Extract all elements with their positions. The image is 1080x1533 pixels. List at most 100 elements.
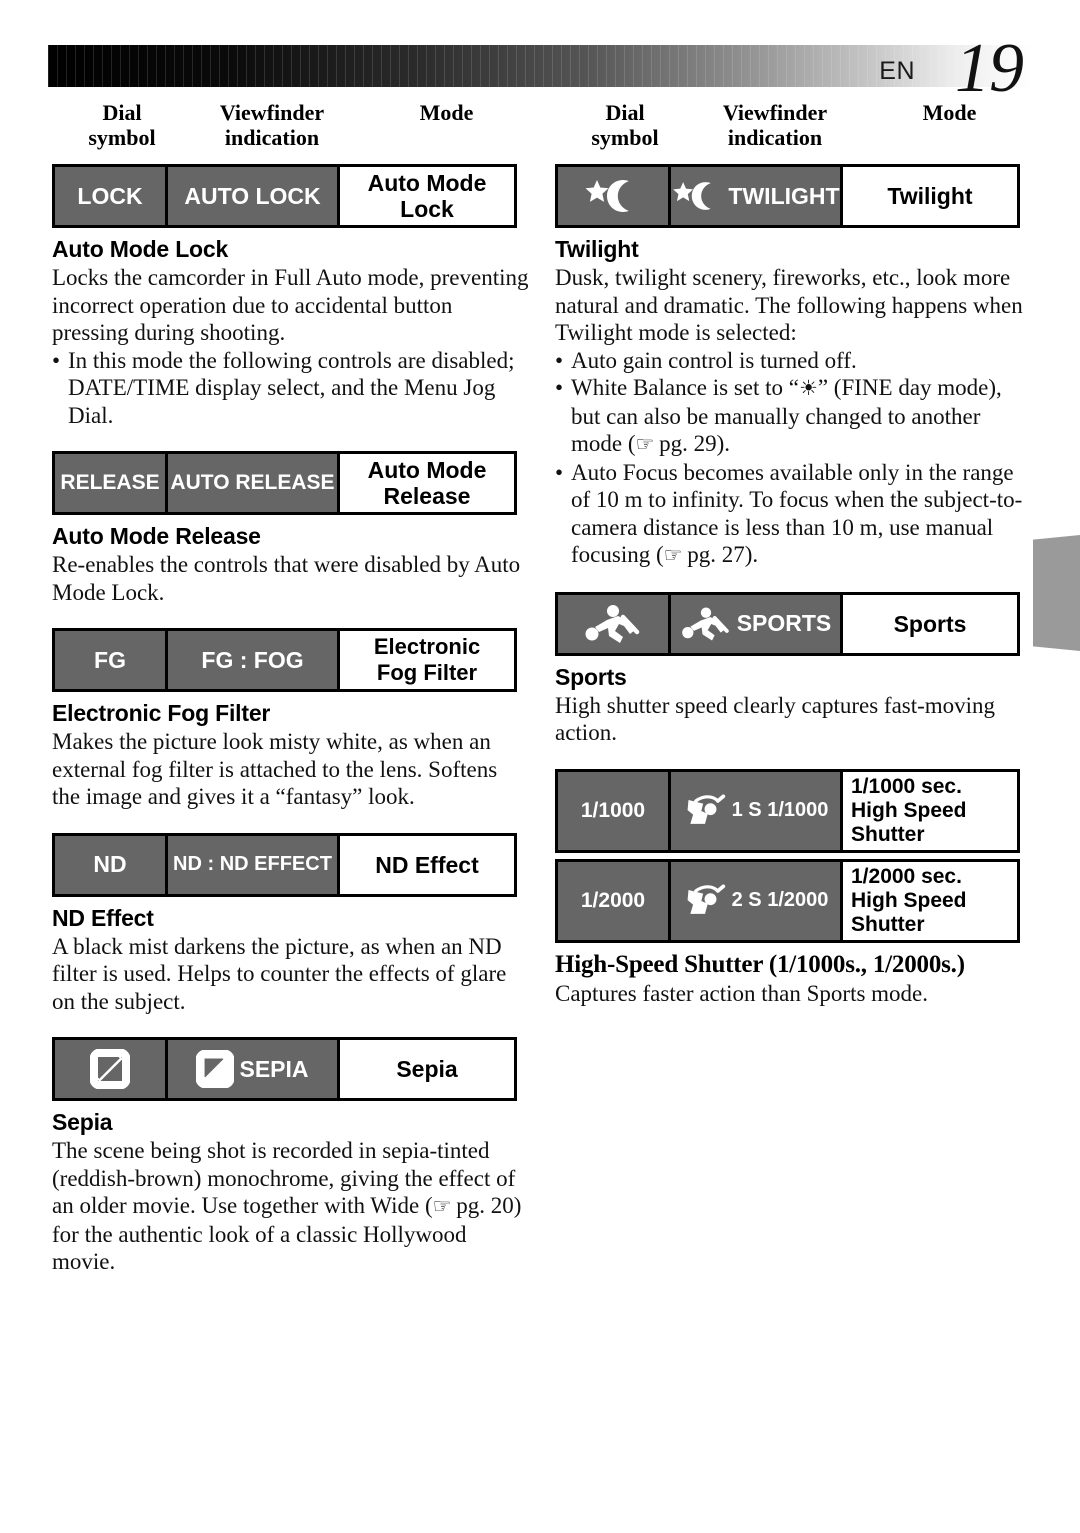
table-row: TWILIGHT Twilight [555, 164, 1020, 228]
mode-cell: Twilight [843, 167, 1017, 225]
section-body-part2: for the authentic look of a classic Holl… [52, 1221, 467, 1275]
viewfinder-cell: 2 S 1/2000 [671, 861, 843, 940]
viewfinder-label: 2 S 1/2000 [731, 889, 829, 911]
pointing-hand-icon: ☞ [635, 432, 655, 456]
bullet-part1: White Balance is set to “ [571, 375, 800, 400]
list-item: In this mode the following controls are … [52, 347, 530, 430]
page-header: EN 19 [48, 30, 1033, 107]
mode-cell-line1: 1/2000 sec. [851, 864, 962, 888]
mode-cell: 1/2000 sec. High Speed Shutter [843, 861, 1017, 940]
column-header-dial-line2: symbol [88, 125, 156, 150]
dial-symbol-cell: 1/2000 [558, 861, 671, 940]
column-header-viewfinder: Viewfinder indication [182, 100, 362, 150]
section-body: Makes the picture look misty white, as w… [52, 729, 498, 809]
mode-cell: Auto Mode Release [340, 454, 514, 512]
star-moon-icon [583, 176, 643, 216]
left-column-headers: Dial symbol Viewfinder indication Mode [52, 100, 530, 160]
running-person-icon [583, 603, 643, 645]
section-body: Captures faster action than Sports mode. [555, 980, 929, 1006]
mode-cell: Electronic Fog Filter [340, 631, 514, 689]
column-header-mode: Mode [419, 100, 474, 125]
list-item: Auto gain control is turned off. [555, 347, 1033, 375]
right-column-headers: Dial symbol Viewfinder indication Mode [555, 100, 1033, 160]
mode-cell: Sepia [340, 1040, 514, 1098]
page-side-tab [1033, 535, 1080, 651]
mode-cell: Auto Mode Lock [340, 167, 514, 225]
mode-cell-line1: 1/1000 sec. [851, 774, 962, 798]
bullet-ref: pg. 29). [653, 431, 731, 456]
dial-symbol-cell [558, 167, 671, 225]
section-title: Twilight [555, 236, 639, 262]
sepia-diagonal-icon [196, 1050, 235, 1088]
dial-symbol-cell [558, 594, 671, 653]
section-title: Sepia [52, 1109, 113, 1135]
column-header-mode: Mode [922, 100, 977, 125]
section-title: ND Effect [52, 904, 154, 931]
star-moon-icon [671, 178, 723, 214]
list-item: Auto Focus becomes available only in the… [555, 459, 1033, 570]
dial-symbol-cell: 1/1000 [558, 771, 671, 850]
section-title: Sports [555, 663, 627, 690]
dial-symbol-cell: RELEASE [55, 454, 168, 512]
viewfinder-cell: FG : FOG [168, 631, 340, 689]
list-item: White Balance is set to “☀” (FINE day mo… [555, 374, 1033, 459]
viewfinder-cell: AUTO RELEASE [168, 454, 340, 512]
section-bullets: Auto gain control is turned off. White B… [555, 347, 1033, 570]
pointing-hand-icon: ☞ [432, 1194, 452, 1218]
bullet-part1: Auto Focus becomes available only in the… [571, 459, 1023, 568]
language-label: EN [879, 57, 915, 85]
table-row: 1/1000 1 S 1/1000 1/1000 sec. High Speed… [555, 768, 1020, 853]
viewfinder-cell: 1 S 1/1000 [671, 771, 843, 850]
dial-symbol-cell [55, 1040, 168, 1098]
column-header-viewfinder-line1: Viewfinder [722, 100, 828, 125]
table-row: 1/2000 2 S 1/2000 1/2000 sec. High Speed… [555, 858, 1020, 943]
section-body: The scene being shot is recorded in sepi… [52, 1137, 530, 1276]
section-body: A black mist darkens the picture, as whe… [52, 933, 507, 1014]
section-title: Auto Mode Lock [52, 236, 229, 262]
viewfinder-label: SPORTS [736, 610, 832, 636]
viewfinder-cell: SPORTS [671, 594, 843, 653]
section-bullets: In this mode the following controls are … [52, 347, 530, 430]
dial-symbol-cell: ND [55, 835, 168, 894]
viewfinder-label: SEPIA [239, 1055, 309, 1082]
section-body: Re-enables the controls that were disabl… [52, 552, 521, 605]
mode-cell: Sports [843, 594, 1017, 653]
mode-cell-line2: High Speed Shutter [851, 798, 967, 846]
column-header-dial: Dial symbol [565, 100, 685, 150]
mode-cell-line1: Electronic [373, 634, 481, 659]
section-body-ref: pg. 20) [450, 1193, 522, 1218]
viewfinder-cell: SEPIA [168, 1040, 340, 1098]
column-header-dial-line1: Dial [102, 100, 142, 125]
mode-cell-line2: High Speed Shutter [851, 888, 967, 936]
viewfinder-cell: AUTO LOCK [168, 167, 340, 225]
column-header-viewfinder-line1: Viewfinder [219, 100, 325, 125]
running-person-icon [680, 605, 732, 643]
right-column: Dial symbol Viewfinder indication Mode T… [555, 100, 1033, 1007]
viewfinder-cell: TWILIGHT [671, 167, 843, 225]
table-row: SPORTS Sports [555, 591, 1020, 656]
dial-symbol-cell: FG [55, 631, 168, 689]
column-header-viewfinder-line2: indication [224, 125, 320, 150]
left-column: Dial symbol Viewfinder indication Mode L… [52, 100, 530, 1276]
column-header-viewfinder-line2: indication [727, 125, 823, 150]
section-body: Dusk, twilight scenery, fireworks, etc.,… [555, 265, 1023, 345]
golfer-icon [683, 792, 727, 830]
table-row: LOCK AUTO LOCK Auto Mode Lock [52, 164, 517, 228]
mode-cell: ND Effect [340, 835, 514, 894]
viewfinder-cell: ND : ND EFFECT [168, 835, 340, 894]
table-row: FG FG : FOG Electronic Fog Filter [52, 628, 517, 692]
section-title: Electronic Fog Filter [52, 700, 271, 726]
dial-symbol-cell: LOCK [55, 167, 168, 225]
page-number: 19 [955, 30, 1024, 107]
mode-cell-line2: Fog Filter [376, 660, 478, 685]
section-body: Locks the camcorder in Full Auto mode, p… [52, 265, 529, 345]
column-header-dial-line1: Dial [605, 100, 645, 125]
bullet-ref: pg. 27). [681, 542, 759, 567]
table-row: ND ND : ND EFFECT ND Effect [52, 832, 517, 897]
section-title: High-Speed Shutter (1/1000s., 1/2000s.) [555, 950, 965, 978]
mode-cell: 1/1000 sec. High Speed Shutter [843, 771, 1017, 850]
sun-icon: ☀ [799, 376, 818, 400]
section-title: Auto Mode Release [52, 523, 261, 549]
column-header-dial: Dial symbol [62, 100, 182, 150]
column-header-viewfinder: Viewfinder indication [685, 100, 865, 150]
